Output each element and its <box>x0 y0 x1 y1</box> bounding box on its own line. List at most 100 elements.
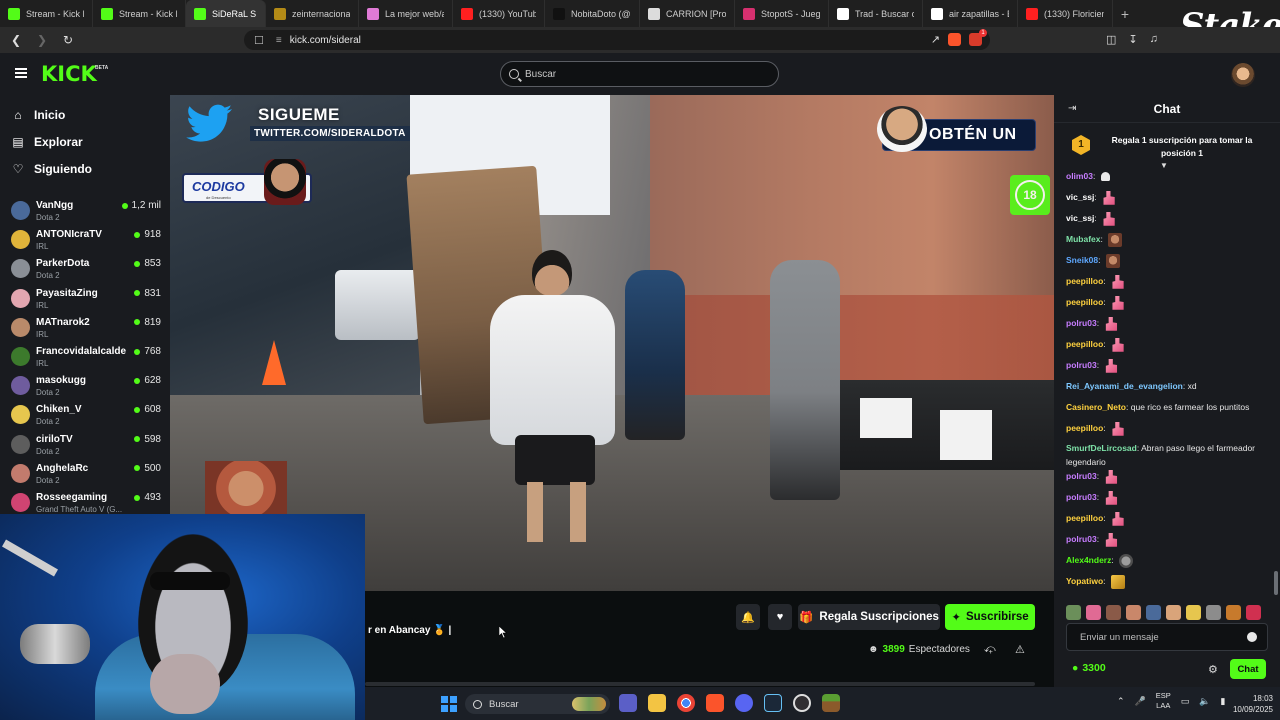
chat-username[interactable]: peepilloo <box>1066 339 1103 349</box>
user-avatar[interactable] <box>1231 63 1255 87</box>
browser-tab[interactable]: Stream - Kick Das <box>0 0 93 27</box>
teams-icon[interactable] <box>619 694 637 712</box>
browser-tab[interactable]: La mejor web/ap <box>359 0 453 27</box>
brave-rewards-icon[interactable]: 1 <box>969 29 987 46</box>
chevron-down-icon[interactable]: ▼ <box>1160 161 1168 170</box>
sidebar-nav-explorar[interactable]: ▤ Explorar <box>12 132 82 152</box>
emoji-picker-icon[interactable] <box>1247 632 1257 642</box>
browser-tab[interactable]: Stream - Kick Das <box>93 0 186 27</box>
sidebar-channel[interactable]: Francovidalalcalde IRL 768 <box>11 343 161 371</box>
page-scrollbar[interactable] <box>365 682 1035 686</box>
emote-icon[interactable] <box>1166 604 1181 620</box>
sidebar-nav-siguiendo[interactable]: ♡ Siguiendo <box>12 159 92 179</box>
chat-username[interactable]: Mubafex <box>1066 234 1100 244</box>
sidebar-channel[interactable]: VanNgg Dota 2 1,2 mil <box>11 197 161 225</box>
chrome-icon[interactable] <box>677 694 695 712</box>
emote-icon[interactable] <box>1106 604 1121 620</box>
emote-icon[interactable] <box>1206 604 1221 620</box>
chat-username[interactable]: Yopatiwo <box>1066 576 1103 586</box>
chat-username[interactable]: Rei_Ayanami_de_evangelion <box>1066 381 1183 391</box>
gift-subs-button[interactable]: 🎁 Regala Suscripciones <box>798 604 940 630</box>
chat-username[interactable]: SmurfDeLircosad <box>1066 443 1137 453</box>
chat-username[interactable]: peepilloo <box>1066 423 1103 433</box>
browser-tab[interactable]: air zapatillas - Bu <box>923 0 1018 27</box>
sidebar-toggle-icon[interactable]: ◫ <box>1106 33 1116 46</box>
chat-username[interactable]: polru03 <box>1066 360 1097 370</box>
chat-username[interactable]: olim03 <box>1066 171 1093 181</box>
emote-icon[interactable] <box>1126 604 1141 620</box>
chat-username[interactable]: vic_ssj <box>1066 213 1094 223</box>
sidebar-nav-inicio[interactable]: ⌂ Inicio <box>12 105 65 125</box>
browser-tab[interactable]: (1330) Floricienta <box>1018 0 1113 27</box>
display-icon[interactable]: ▭ <box>1181 696 1190 707</box>
channel-points[interactable]: ● 3300 <box>1072 662 1106 674</box>
share-page-icon[interactable]: ↗ <box>931 33 940 46</box>
chat-username[interactable]: Sneik08 <box>1066 255 1098 265</box>
chat-username[interactable]: peepilloo <box>1066 513 1103 523</box>
back-icon[interactable]: ❮ <box>6 33 26 47</box>
browser-tab[interactable]: NobitaDoto (@n <box>545 0 640 27</box>
chat-username[interactable]: Casinero_Neto <box>1066 402 1126 412</box>
chat-input-box[interactable] <box>1066 623 1268 651</box>
microphone-icon[interactable]: 🎤 <box>1135 696 1146 707</box>
download-icon[interactable]: ↧ <box>1128 33 1137 46</box>
kick-logo[interactable]: KICK <box>41 62 97 86</box>
search-input[interactable] <box>525 68 745 80</box>
browser-tab[interactable]: SiDeRaL S <box>186 0 266 27</box>
pinned-gift-banner[interactable]: 1 Regala 1 suscripción para tomar la pos… <box>1054 123 1280 170</box>
new-tab-button[interactable]: + <box>1113 6 1137 22</box>
chat-username[interactable]: vic_ssj <box>1066 192 1094 202</box>
browser-tab[interactable]: zeinternacional | <box>266 0 359 27</box>
tray-expand-icon[interactable]: ⌃ <box>1117 696 1125 707</box>
sidebar-channel[interactable]: Chiken_V Dota 2 608 <box>11 401 161 429</box>
file-explorer-icon[interactable] <box>648 694 666 712</box>
language-indicator[interactable]: ESP LAA <box>1156 691 1171 711</box>
sidebar-channel[interactable]: MATnarok2 IRL 819 <box>11 314 161 342</box>
media-icon[interactable]: ♫ <box>1150 33 1158 46</box>
browser-tab[interactable]: CARRION [Progr <box>640 0 735 27</box>
browser-tab[interactable]: (1330) YouTube <box>453 0 545 27</box>
report-alert-icon[interactable]: ⚠ <box>1015 643 1025 656</box>
notification-bell-button[interactable]: 🔔 <box>736 604 760 630</box>
share-icon[interactable]: ⤽ <box>984 643 996 656</box>
reload-icon[interactable]: ↻ <box>58 33 78 47</box>
emote-icon[interactable] <box>1246 604 1261 620</box>
url-field[interactable]: ☐ ≡ kick.com/sideral ↗ 1 <box>244 29 990 50</box>
menu-icon[interactable] <box>15 68 27 78</box>
sidebar-channel[interactable]: ANTONIcraTV IRL 918 <box>11 226 161 254</box>
sidebar-channel[interactable]: PayasitaZing IRL 831 <box>11 285 161 313</box>
sidebar-channel[interactable]: ParkerDota Dota 2 853 <box>11 255 161 283</box>
emote-icon[interactable] <box>1226 604 1241 620</box>
chat-settings-gear-icon[interactable]: ⚙ <box>1208 663 1218 676</box>
browser-tab[interactable]: StopotS - Juega S <box>735 0 829 27</box>
forward-icon[interactable]: ❯ <box>32 33 52 47</box>
follow-heart-button[interactable]: ♥ <box>768 604 792 630</box>
chat-username[interactable]: polru03 <box>1066 471 1097 481</box>
sidebar-channel[interactable]: Rosseegaming Grand Theft Auto V (G... 493 <box>11 489 161 517</box>
taskbar-clock[interactable]: 18:03 10/09/2025 <box>1225 693 1273 715</box>
volume-icon[interactable]: 🔈 <box>1199 696 1210 707</box>
emote-icon[interactable] <box>1066 604 1081 620</box>
sidebar-channel[interactable]: masokugg Dota 2 628 <box>11 372 161 400</box>
chat-username[interactable]: polru03 <box>1066 492 1097 502</box>
bookmark-icon[interactable]: ☐ <box>254 34 264 47</box>
brave-icon[interactable] <box>706 694 724 712</box>
obs-icon[interactable] <box>793 694 811 712</box>
emote-icon[interactable] <box>1186 604 1201 620</box>
browser-tab[interactable]: Trad - Buscar co <box>829 0 923 27</box>
emote-icon[interactable] <box>1086 604 1101 620</box>
chat-scrollbar[interactable] <box>1274 571 1278 595</box>
windows-start-icon[interactable] <box>441 696 457 712</box>
send-chat-button[interactable]: Chat <box>1230 659 1266 679</box>
chat-username[interactable]: peepilloo <box>1066 297 1103 307</box>
search-box[interactable] <box>500 61 779 87</box>
emote-icon[interactable] <box>1146 604 1161 620</box>
taskbar-search[interactable]: Buscar <box>465 694 610 714</box>
steam-icon[interactable] <box>764 694 782 712</box>
brave-shield-icon[interactable] <box>948 33 961 46</box>
sidebar-channel[interactable]: cirilоTV Dota 2 598 <box>11 431 161 459</box>
chat-username[interactable]: peepilloo <box>1066 276 1103 286</box>
site-info-icon[interactable]: ≡ <box>276 35 282 46</box>
chat-username[interactable]: polru03 <box>1066 318 1097 328</box>
discord-icon[interactable] <box>735 694 753 712</box>
